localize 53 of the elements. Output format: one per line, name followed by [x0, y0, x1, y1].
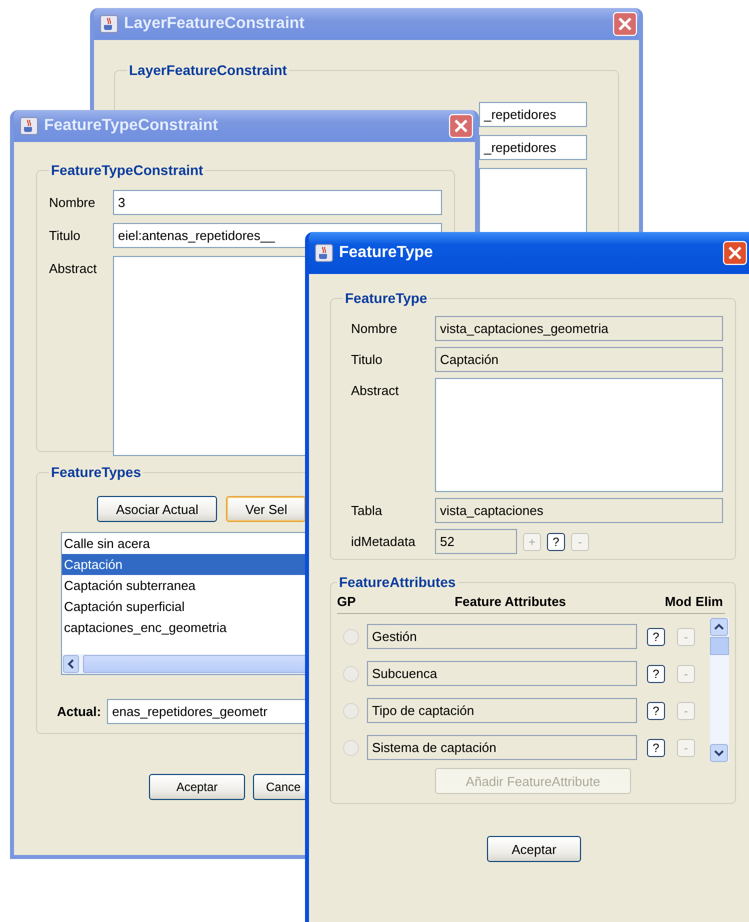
radio-button[interactable]	[343, 628, 359, 644]
field-label: Nombre	[49, 194, 96, 212]
group-title: FeatureTypeConstraint	[50, 162, 204, 178]
radio-button[interactable]	[343, 740, 359, 756]
field-label: Abstract	[351, 382, 400, 400]
field-label: idMetadata	[351, 533, 416, 551]
text-field[interactable]: 52	[435, 529, 517, 554]
small-button[interactable]: ?	[547, 532, 565, 550]
field-label: Titulo	[49, 227, 82, 245]
window-title: FeatureTypeConstraint	[44, 117, 219, 135]
cup-icon	[20, 117, 38, 135]
radio-button[interactable]	[343, 666, 359, 682]
text-field[interactable]: Captación	[435, 347, 723, 372]
close-icon[interactable]	[613, 12, 637, 36]
small-button[interactable]: ?	[647, 628, 665, 646]
column-header: Feature Attributes	[454, 594, 566, 609]
field-label: Titulo	[351, 351, 384, 369]
field-label: Tabla	[351, 502, 384, 520]
push-button[interactable]: Asociar Actual	[97, 496, 218, 522]
field-label: Actual:	[57, 704, 102, 719]
group-title: FeatureAttributes	[338, 574, 457, 590]
text-field[interactable]: Tipo de captación	[367, 698, 637, 723]
text-area[interactable]	[435, 378, 723, 492]
close-icon[interactable]	[449, 114, 473, 138]
close-icon[interactable]	[723, 241, 747, 265]
cup-icon	[315, 244, 333, 262]
group-title: LayerFeatureConstraint	[128, 62, 288, 78]
text-field[interactable]: 3	[113, 190, 442, 215]
text-field[interactable]: _repetidores	[479, 102, 587, 127]
text-field[interactable]: vista_captaciones_geometria	[435, 316, 723, 341]
text-field[interactable]: Subcuenca	[367, 661, 637, 686]
text-field[interactable]: Gestión	[367, 624, 637, 649]
window-title: LayerFeatureConstraint	[124, 15, 306, 33]
field-label: Nombre	[351, 320, 398, 338]
push-button[interactable]: Aceptar	[487, 836, 581, 862]
small-button[interactable]: ?	[647, 738, 665, 756]
group-title: FeatureType	[344, 290, 428, 306]
text-field[interactable]: _repetidores	[479, 135, 587, 160]
push-button[interactable]: Ver Sel	[226, 496, 306, 522]
text-field[interactable]: vista_captaciones	[435, 498, 723, 523]
scroll-thumb[interactable]	[710, 637, 729, 655]
push-button[interactable]: Aceptar	[149, 774, 245, 800]
cup-icon	[100, 15, 118, 33]
small-button[interactable]: ?	[647, 664, 665, 682]
column-header: Elim	[696, 594, 723, 609]
group-title: FeatureTypes	[50, 464, 142, 480]
column-header: GP	[337, 594, 356, 609]
radio-button[interactable]	[343, 702, 359, 718]
column-header: Mod	[664, 594, 692, 609]
field-label: Abstract	[49, 260, 98, 278]
text-field[interactable]: Sistema de captación	[367, 735, 637, 760]
small-button[interactable]: ?	[647, 702, 665, 720]
scrollbar[interactable]	[710, 618, 729, 762]
